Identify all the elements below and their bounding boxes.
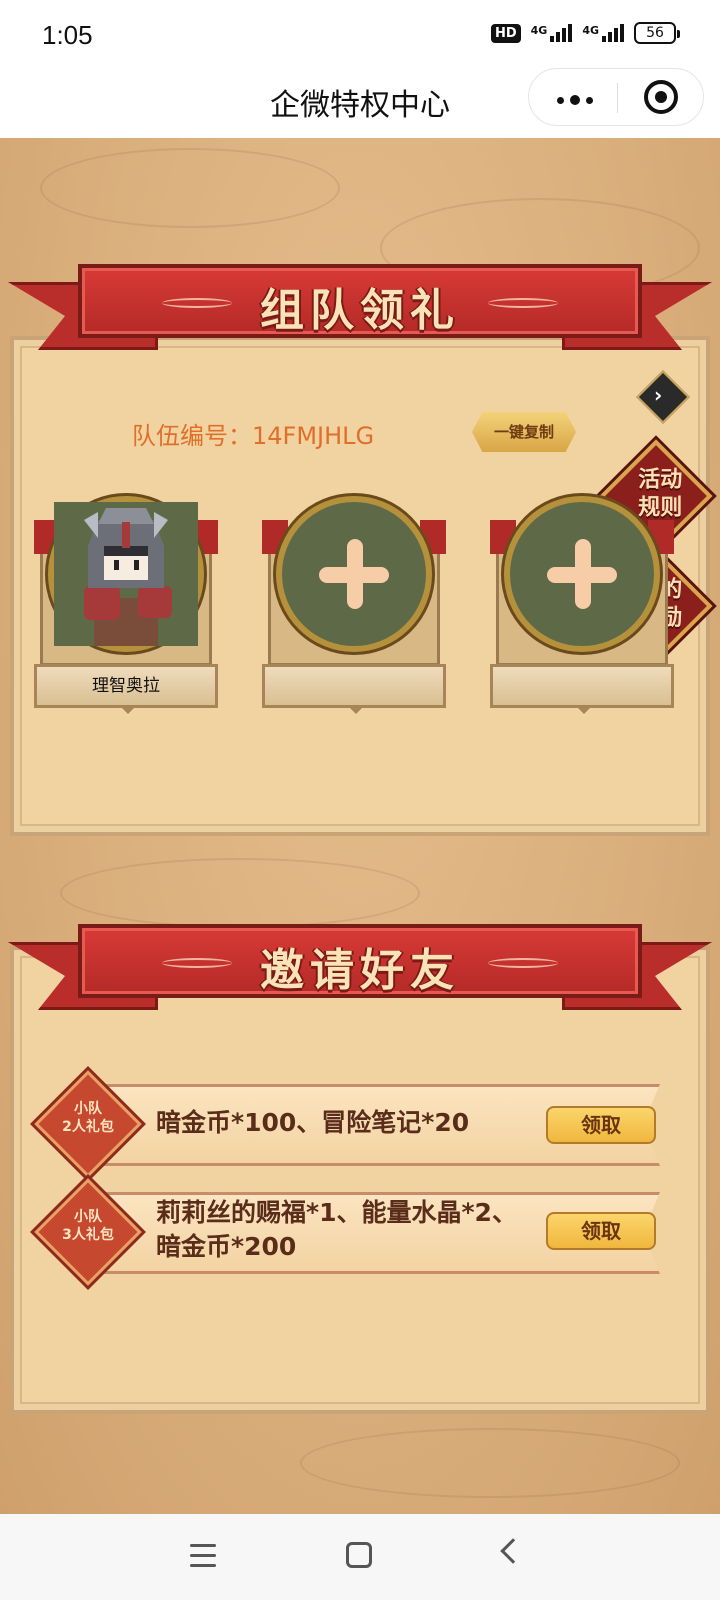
status-time: 1:05: [42, 20, 93, 50]
plus-icon: [547, 539, 617, 609]
slot-name: [262, 664, 446, 708]
reward-badge-label: 小队 2人礼包: [62, 1101, 114, 1135]
team-slot-2[interactable]: [262, 496, 446, 716]
main-content: 组队领礼 队伍编号：14FMJHLG 一键复制 › 活动 规则 我的 奖励: [0, 138, 720, 1514]
map-decoration: [60, 858, 420, 928]
map-decoration: [40, 148, 340, 228]
battery-icon: 56: [634, 22, 680, 44]
avatar: [48, 496, 204, 652]
team-banner: 组队领礼: [0, 264, 720, 354]
team-banner-title: 组队领礼: [260, 285, 460, 336]
team-slot-3[interactable]: [490, 496, 674, 716]
reward-description: 莉莉丝的赐福*1、能量水晶*2、 暗金币*200: [156, 1198, 517, 1261]
reward-row-1: 小队 2人礼包 暗金币*100、冒险笔记*20 领取: [34, 1070, 674, 1178]
menu-icon[interactable]: [190, 1544, 216, 1574]
target-circle-icon[interactable]: [644, 80, 678, 114]
reward-description: 暗金币*100、冒险笔记*20: [156, 1108, 470, 1137]
reward-row-2: 小队 3人礼包 莉莉丝的赐福*1、能量水晶*2、 暗金币*200 领取: [34, 1178, 674, 1286]
system-nav-bar: [0, 1514, 720, 1600]
signal-4g-icon-2: 4G: [582, 24, 624, 42]
copy-button[interactable]: 一键复制: [472, 412, 576, 452]
plus-icon: [319, 539, 389, 609]
hd-icon: HD: [490, 23, 521, 43]
claim-button[interactable]: 领取: [546, 1106, 656, 1144]
team-slot-1[interactable]: 理智奥拉: [34, 496, 218, 716]
team-number: 队伍编号：14FMJHLG: [132, 422, 375, 450]
reward-badge-label: 小队 3人礼包: [62, 1209, 114, 1243]
status-bar: 1:05 HD 4G 4G 56: [0, 0, 720, 68]
status-icons: HD 4G 4G 56: [490, 22, 680, 44]
claim-button[interactable]: 领取: [546, 1212, 656, 1250]
invite-banner: 邀请好友: [0, 924, 720, 1014]
empty-slot-circle: [504, 496, 660, 652]
knight-avatar-icon: [54, 502, 198, 646]
miniprogram-capsule: [528, 68, 704, 126]
more-dots-icon[interactable]: [557, 95, 593, 105]
title-bar: 企微特权中心: [0, 68, 720, 138]
invite-banner-title: 邀请好友: [260, 945, 460, 996]
back-icon[interactable]: [500, 1538, 526, 1564]
slot-name: [490, 664, 674, 708]
slot-name: 理智奥拉: [34, 664, 218, 708]
empty-slot-circle: [276, 496, 432, 652]
invite-panel: [10, 946, 710, 1414]
home-icon[interactable]: [346, 1542, 372, 1568]
screen: 1:05 HD 4G 4G 56 企微特权中心 组队领礼 队伍编号：14FMJH…: [0, 0, 720, 1600]
map-decoration: [300, 1428, 680, 1498]
signal-4g-icon: 4G: [531, 24, 573, 42]
capsule-divider: [617, 83, 618, 113]
